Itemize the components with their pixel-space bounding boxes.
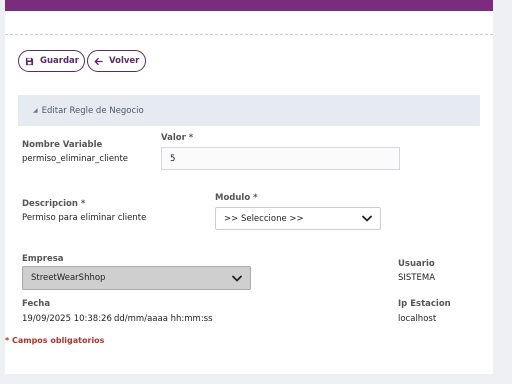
ip-estacion-value: localhost (398, 314, 437, 324)
top-accent-bar (5, 0, 493, 11)
fecha-format-hint: dd/mm/aaaa hh:mm:ss (114, 314, 213, 324)
valor-label: Valor * (161, 133, 194, 143)
valor-input[interactable]: 5 (161, 147, 400, 170)
variable-card: Nombre Variable permiso_eliminar_cliente… (18, 126, 480, 176)
modulo-select[interactable]: >> Seleccione >> (215, 207, 381, 230)
ip-estacion-label: Ip Estacion (398, 299, 451, 309)
usuario-value: SISTEMA (398, 273, 436, 283)
save-icon (25, 57, 34, 66)
chevron-down-icon (362, 215, 372, 222)
valor-input-value: 5 (170, 153, 176, 164)
section-header[interactable]: ◢ Editar Regle de Negocio (18, 95, 480, 126)
main-panel: Guardar Volver ◢ Editar Regle de Negocio… (5, 0, 493, 374)
guardar-button-label: Guardar (40, 56, 79, 66)
volver-button[interactable]: Volver (87, 50, 146, 72)
metadata-card: Empresa StreetWearShhop Usuario SISTEMA … (18, 246, 480, 330)
descripcion-value: Permiso para eliminar cliente (22, 213, 147, 223)
header-divider (5, 34, 493, 35)
fecha-value: 19/09/2025 10:38:26 (22, 314, 112, 324)
descripcion-card: Descripcion * Permiso para eliminar clie… (18, 186, 480, 236)
fecha-label: Fecha (22, 299, 51, 309)
modulo-label: Modulo * (215, 193, 258, 203)
arrow-left-icon (94, 57, 103, 66)
nombre-variable-value: permiso_eliminar_cliente (22, 154, 129, 164)
section-title: Editar Regle de Negocio (41, 105, 144, 116)
collapse-triangle-icon: ◢ (33, 107, 38, 114)
volver-button-label: Volver (109, 56, 140, 66)
nombre-variable-label: Nombre Variable (22, 140, 103, 150)
empresa-select[interactable]: StreetWearShhop (22, 266, 251, 290)
guardar-button[interactable]: Guardar (18, 50, 85, 72)
empresa-selected-value: StreetWearShhop (31, 273, 106, 283)
chevron-down-icon (232, 275, 242, 282)
usuario-label: Usuario (398, 259, 435, 269)
empresa-label: Empresa (22, 254, 64, 264)
required-fields-note: * Campos obligatorios (5, 336, 105, 345)
modulo-selected-value: >> Seleccione >> (224, 213, 304, 224)
descripcion-label: Descripcion * (22, 199, 86, 209)
